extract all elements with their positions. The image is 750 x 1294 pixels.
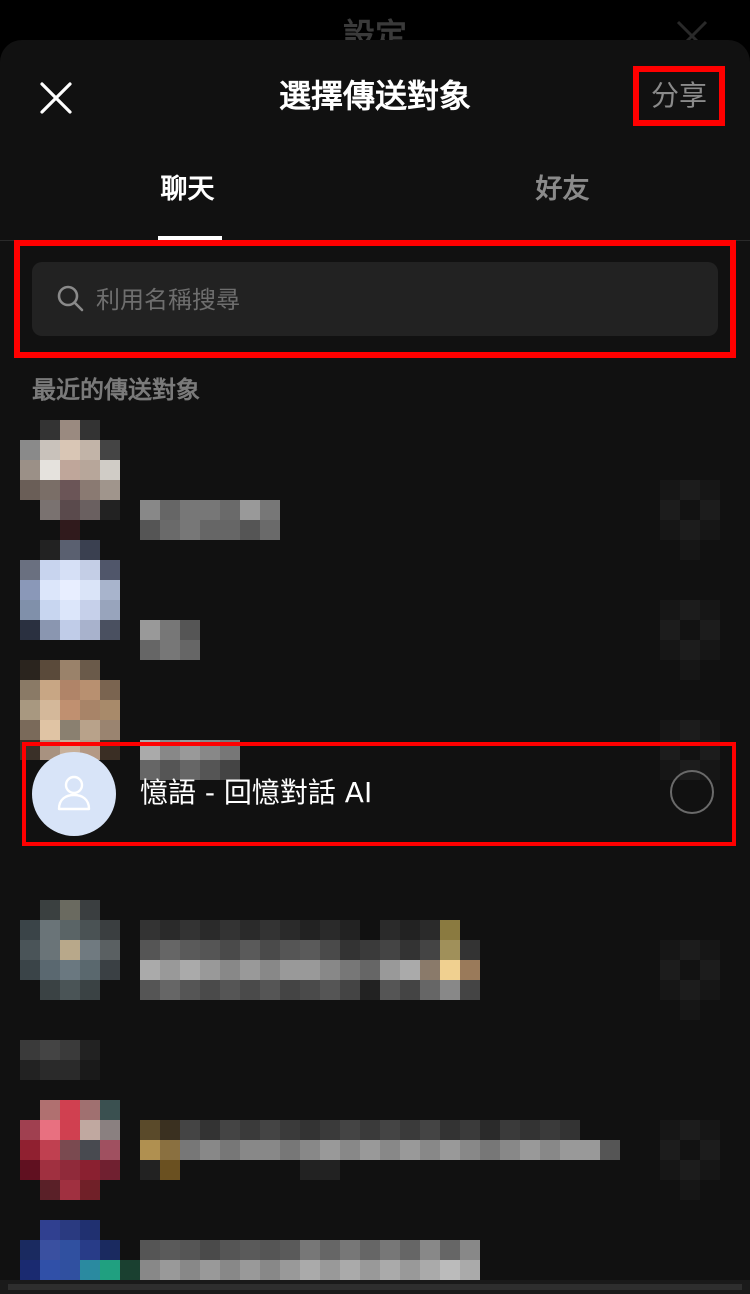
radio-redacted [660, 1120, 720, 1220]
background-screen-title: 設定 [342, 16, 407, 40]
avatar-redacted [20, 1100, 120, 1200]
avatar-redacted [20, 1040, 100, 1080]
contact-row-redacted[interactable] [0, 540, 750, 680]
avatar-redacted [20, 540, 120, 640]
avatar-redacted [20, 900, 120, 1000]
name-redacted [140, 1120, 620, 1180]
person-icon [57, 775, 91, 811]
avatar [32, 752, 116, 836]
name-redacted [140, 500, 280, 540]
recent-section-label: 最近的傳送對象 [32, 376, 200, 404]
tab-bar: 聊天 好友 [0, 150, 750, 241]
tab-friends[interactable]: 好友 [375, 150, 750, 240]
avatar-redacted [20, 420, 120, 540]
contact-row-redacted[interactable] [0, 660, 750, 780]
tab-chats[interactable]: 聊天 [0, 150, 375, 240]
search-bar[interactable] [32, 262, 718, 338]
name-redacted [140, 920, 480, 1000]
share-target-sheet: 選擇傳送對象 分享 聊天 好友 最近的傳送對象 [0, 40, 750, 1294]
search-icon [57, 285, 84, 312]
search-input[interactable] [94, 262, 698, 338]
avatar-redacted [20, 660, 120, 760]
share-button[interactable]: 分享 [633, 66, 725, 126]
contact-row-redacted[interactable] [0, 1100, 750, 1220]
radio-circle-icon[interactable] [670, 770, 714, 814]
scrollbar[interactable] [0, 1280, 750, 1294]
name-redacted [140, 1240, 480, 1280]
contact-name: 憶語 - 回憶對話 AI [140, 776, 373, 809]
name-redacted [140, 620, 200, 660]
contact-row-redacted[interactable] [0, 420, 750, 560]
